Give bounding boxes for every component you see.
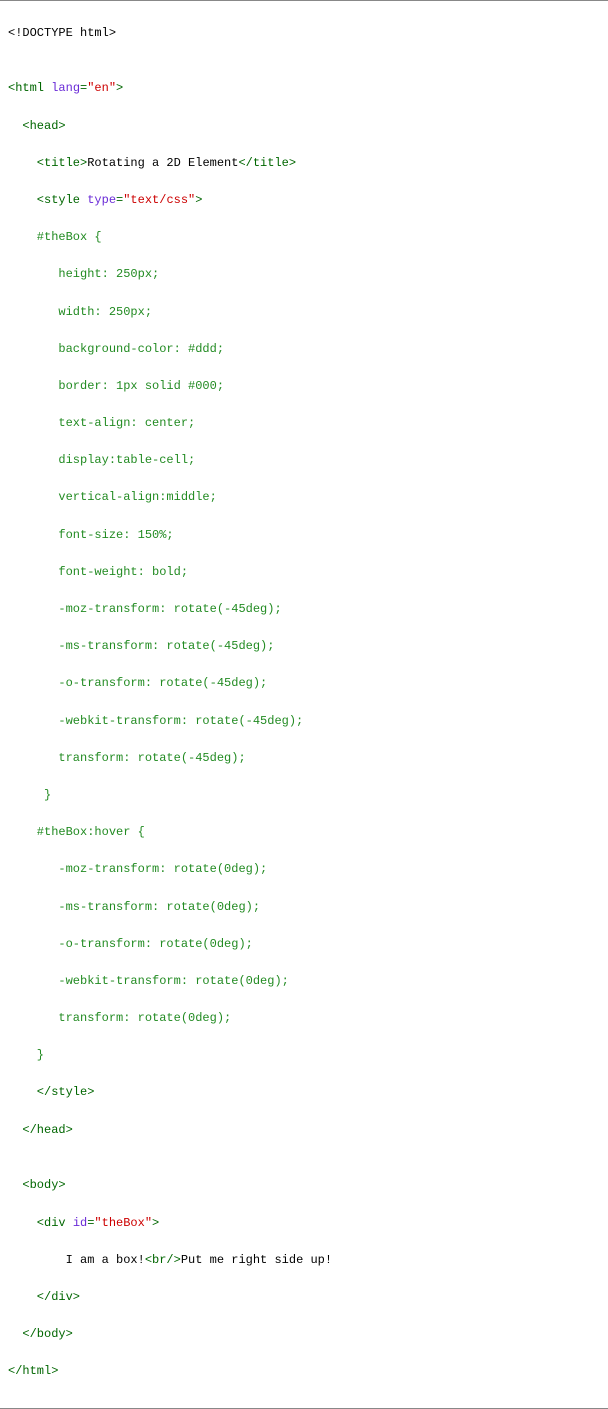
code-token: </style>	[8, 1085, 94, 1099]
code-token: </head>	[8, 1123, 73, 1137]
code-token: display:table-cell;	[8, 453, 195, 467]
code-token: I am a box!	[8, 1253, 145, 1267]
code-token: <br/>	[145, 1253, 181, 1267]
code-token: border: 1px solid #000;	[8, 379, 224, 393]
code-token: </div>	[8, 1290, 80, 1304]
code-token: -webkit-transform: rotate(0deg);	[8, 974, 289, 988]
code-token: "theBox"	[94, 1216, 152, 1230]
code-token: <body>	[8, 1178, 66, 1192]
code-token: <div	[8, 1216, 73, 1230]
code-token: transform: rotate(-45deg);	[8, 751, 246, 765]
code-token: >	[195, 193, 202, 207]
code-token: <title>	[8, 156, 87, 170]
code-token: #theBox:hover {	[8, 825, 145, 839]
code-token: }	[8, 1048, 44, 1062]
code-token: transform: rotate(0deg);	[8, 1011, 231, 1025]
code-token: </title>	[238, 156, 296, 170]
code-token: text-align: center;	[8, 416, 195, 430]
code-token: <style	[8, 193, 87, 207]
code-block: <!DOCTYPE html> <html lang="en"> <head> …	[0, 0, 608, 1409]
code-token: background-color: #ddd;	[8, 342, 224, 356]
code-token: font-size: 150%;	[8, 528, 174, 542]
code-token: >	[152, 1216, 159, 1230]
code-token: #theBox {	[8, 230, 102, 244]
code-token: Rotating a 2D Element	[87, 156, 238, 170]
code-token: -o-transform: rotate(-45deg);	[8, 676, 267, 690]
code-token: </html>	[8, 1364, 58, 1378]
code-token: height: 250px;	[8, 267, 159, 281]
code-token: id	[73, 1216, 87, 1230]
code-token: <html	[8, 81, 51, 95]
code-token: Put me right side up!	[181, 1253, 332, 1267]
code-token: width: 250px;	[8, 305, 152, 319]
code-token: "text/css"	[123, 193, 195, 207]
code-token: lang	[51, 81, 80, 95]
code-token: >	[116, 81, 123, 95]
code-token: </body>	[8, 1327, 73, 1341]
code-token: }	[8, 788, 51, 802]
code-token: -o-transform: rotate(0deg);	[8, 937, 253, 951]
code-token: -ms-transform: rotate(0deg);	[8, 900, 260, 914]
code-token: <!DOCTYPE html>	[8, 26, 116, 40]
code-token: type	[87, 193, 116, 207]
code-token: =	[87, 1216, 94, 1230]
code-token: -moz-transform: rotate(-45deg);	[8, 602, 282, 616]
code-token: -moz-transform: rotate(0deg);	[8, 862, 267, 876]
code-token: vertical-align:middle;	[8, 490, 217, 504]
code-token: -webkit-transform: rotate(-45deg);	[8, 714, 303, 728]
code-token: font-weight: bold;	[8, 565, 188, 579]
code-token: -ms-transform: rotate(-45deg);	[8, 639, 274, 653]
code-token: <head>	[8, 119, 66, 133]
code-token: "en"	[87, 81, 116, 95]
